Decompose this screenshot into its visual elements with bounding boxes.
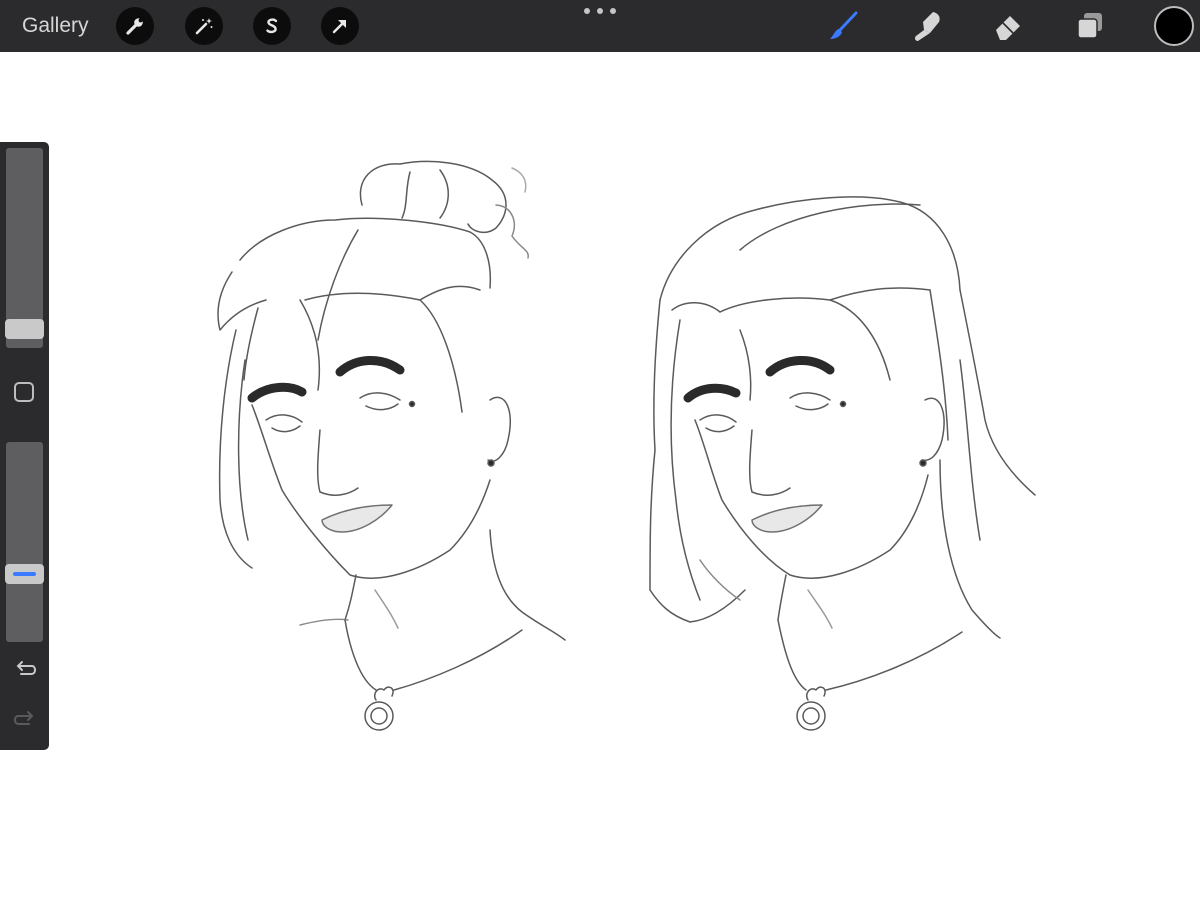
more-options-button[interactable] — [584, 8, 616, 18]
brush-icon — [830, 11, 858, 39]
brush-tool-button[interactable] — [824, 6, 864, 46]
opacity-slider[interactable] — [6, 442, 43, 642]
color-picker-button[interactable] — [1154, 6, 1194, 46]
brush-size-slider[interactable] — [6, 148, 43, 348]
left-portrait-sketch — [217, 160, 566, 731]
left-sidebar — [0, 142, 49, 750]
eraser-icon — [996, 16, 1020, 40]
actions-button[interactable] — [116, 7, 154, 45]
redo-icon[interactable] — [13, 708, 37, 732]
layers-icon — [1077, 13, 1102, 39]
opacity-thumb[interactable] — [5, 564, 44, 585]
gallery-button[interactable]: Gallery — [22, 13, 89, 39]
undo-icon[interactable] — [13, 658, 37, 682]
brush-size-thumb[interactable] — [5, 319, 44, 339]
dot-icon — [597, 8, 603, 14]
sketch-artwork — [217, 160, 1036, 731]
dot-icon — [584, 8, 590, 14]
right-portrait-sketch — [649, 196, 1036, 731]
top-toolbar: Gallery — [0, 0, 1200, 52]
arrow-cursor-icon — [332, 20, 346, 34]
smudge-finger-icon — [914, 12, 940, 41]
adjustments-button[interactable] — [185, 7, 223, 45]
modify-button[interactable] — [14, 382, 34, 402]
dot-icon — [610, 8, 616, 14]
magic-wand-icon — [195, 18, 213, 35]
layers-button[interactable] — [1070, 6, 1110, 46]
drawing-canvas[interactable] — [0, 52, 1200, 900]
smudge-tool-button[interactable] — [906, 6, 946, 46]
selection-s-icon — [266, 18, 278, 34]
wrench-icon — [126, 18, 143, 35]
opacity-accent-line — [13, 572, 36, 577]
eraser-tool-button[interactable] — [988, 6, 1028, 46]
transform-button[interactable] — [321, 7, 359, 45]
selection-button[interactable] — [253, 7, 291, 45]
